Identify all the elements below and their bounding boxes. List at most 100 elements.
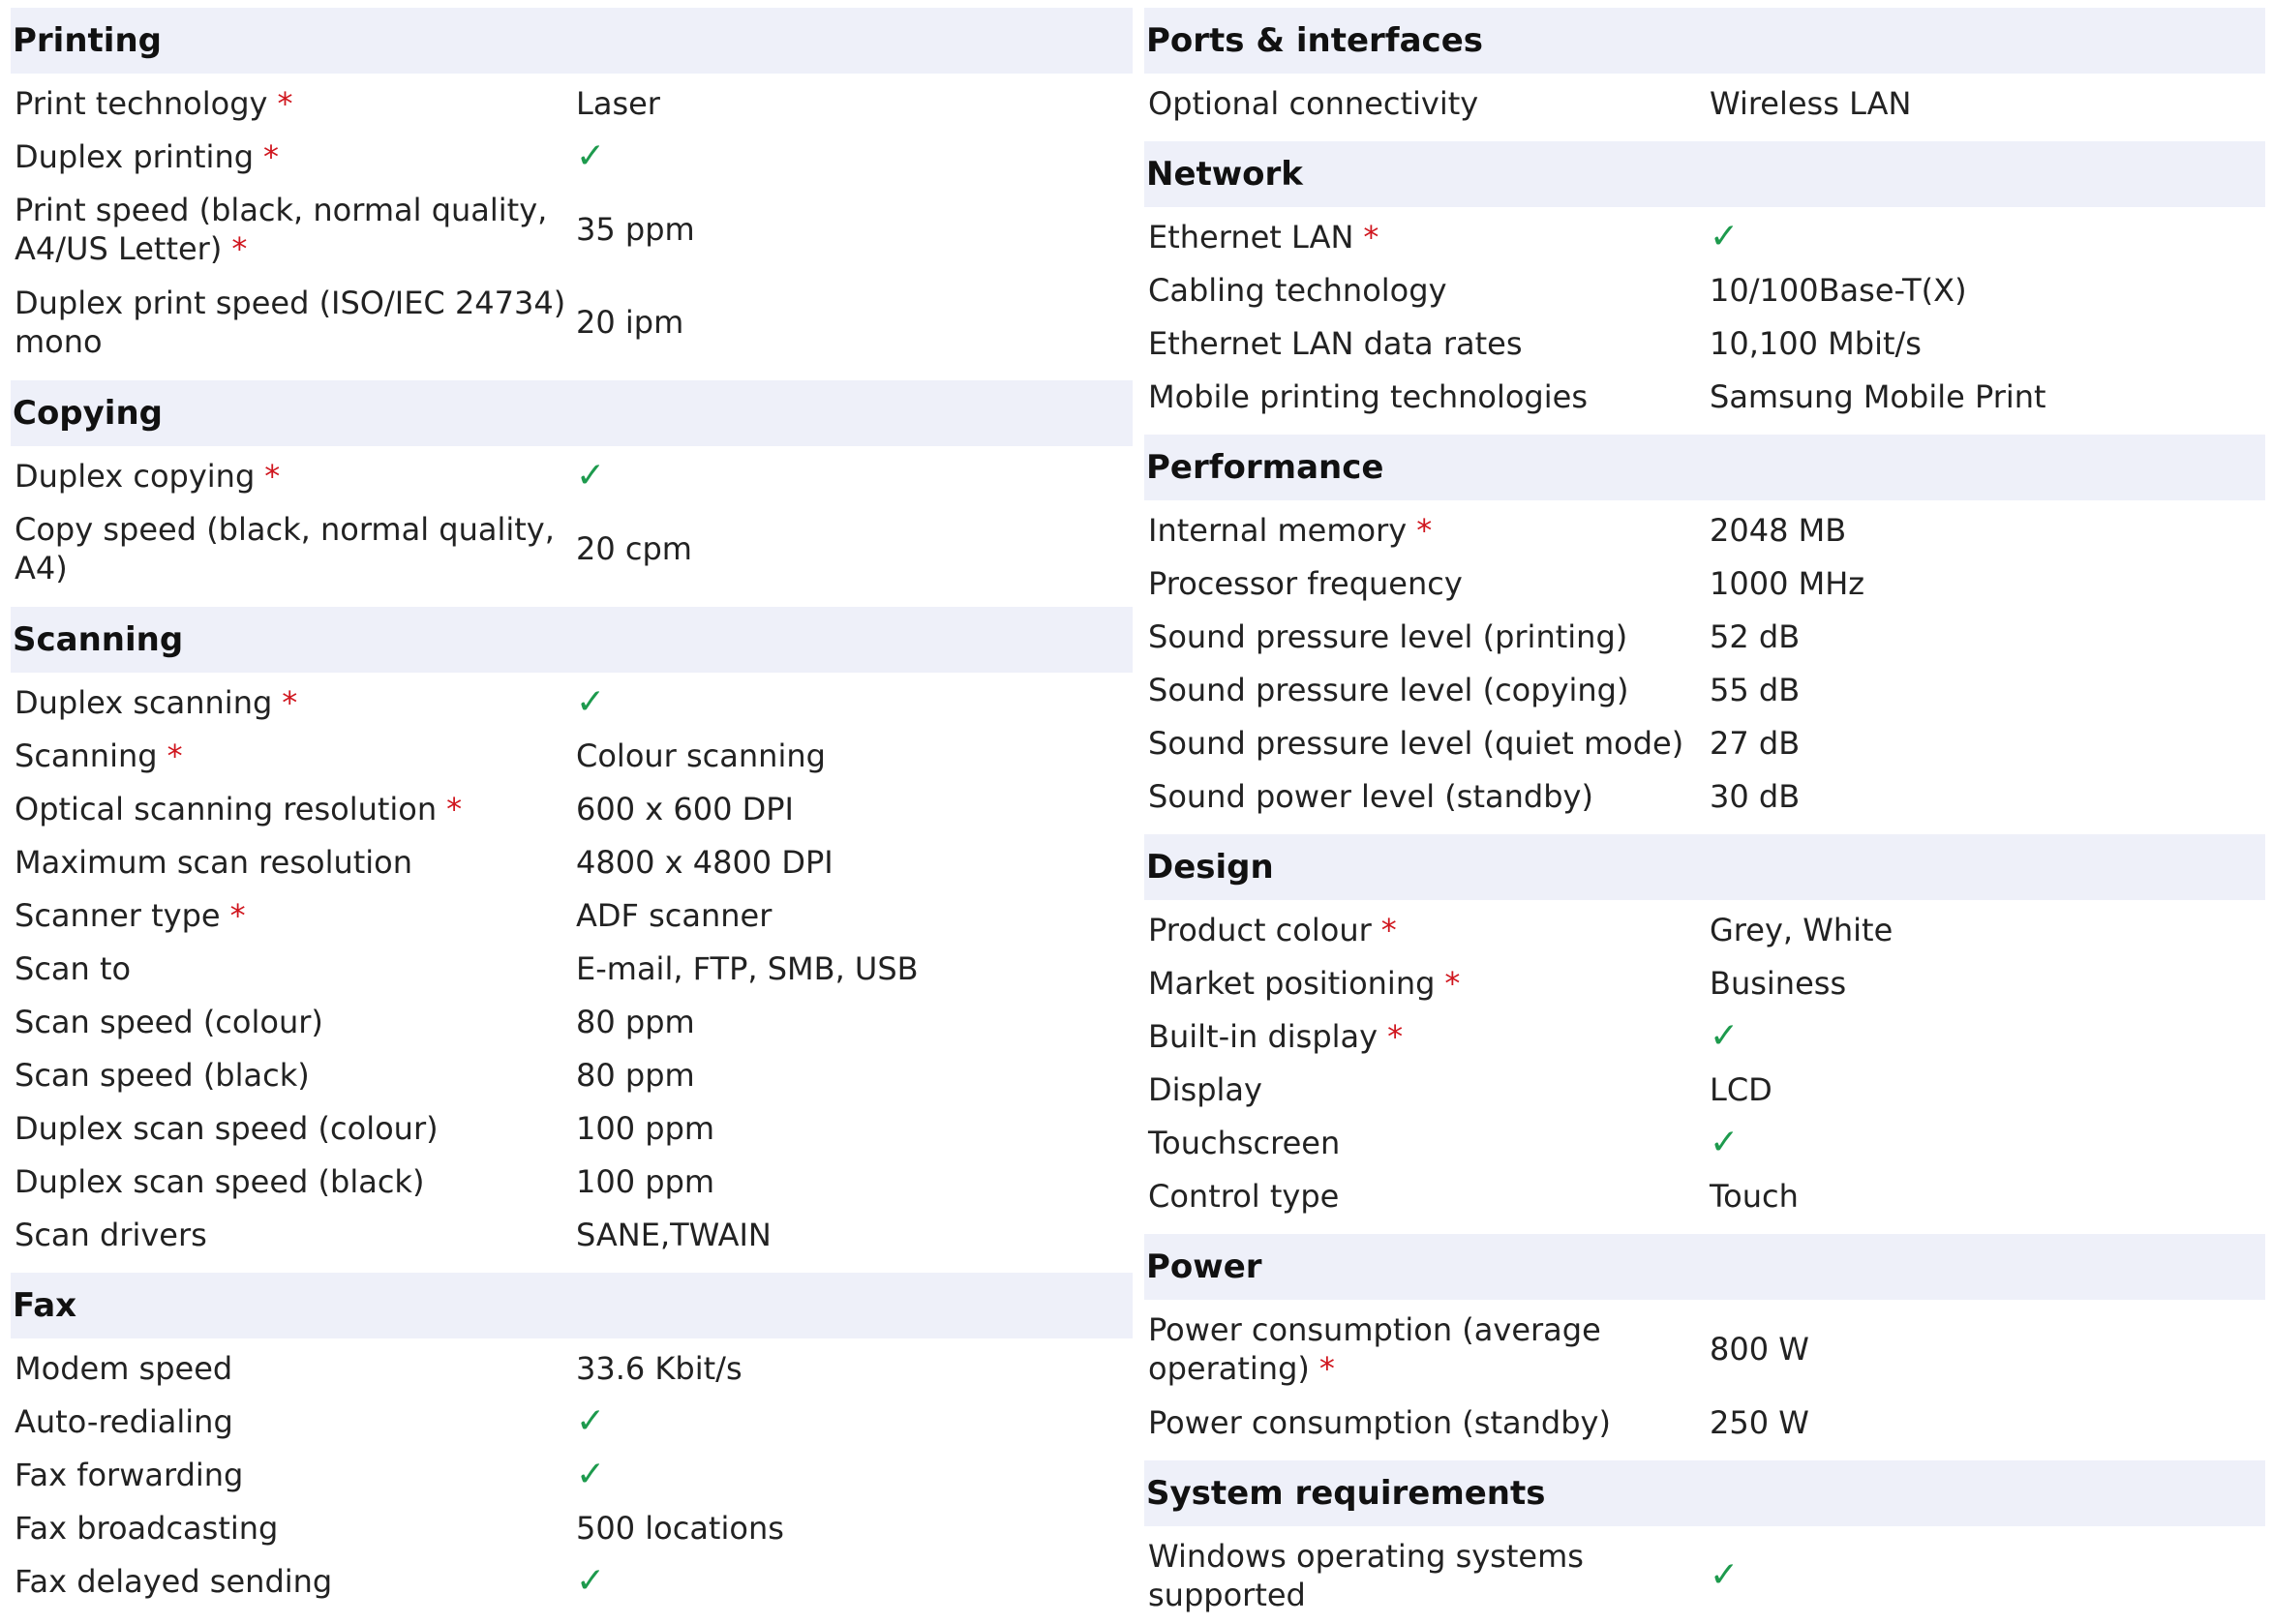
spec-value: Wireless LAN (1710, 84, 1912, 122)
spec-row: Cabling technology 10/100Base-T(X) (1144, 263, 2265, 316)
spec-value: Business (1710, 964, 1847, 1002)
spec-row: Scan speed (black) 80 ppm (11, 1048, 1133, 1101)
spec-label: Windows operating systems supported (1148, 1538, 1584, 1613)
spec-label: Optional connectivity (1148, 84, 1479, 122)
required-marker: * (167, 737, 183, 774)
spec-label: Fax forwarding (15, 1456, 244, 1493)
spec-value: 500 locations (576, 1509, 784, 1547)
spec-label: Maximum scan resolution (15, 843, 413, 881)
spec-row: Maximum scan resolution 4800 x 4800 DPI (11, 835, 1133, 888)
spec-row: Scanning * Colour scanning (11, 729, 1133, 782)
spec-row: Ethernet LAN data rates 10,100 Mbit/s (1144, 316, 2265, 370)
checkmark-icon: ✓ (1710, 1122, 1740, 1162)
spec-label: Mobile printing technologies (1148, 377, 1588, 415)
checkmark-icon: ✓ (576, 1400, 606, 1441)
section-header-power: Power (1144, 1234, 2265, 1300)
spec-label: Scanning * (15, 737, 183, 774)
required-marker: * (1380, 911, 1397, 948)
spec-label: Duplex scan speed (colour) (15, 1109, 439, 1147)
section-header-fax: Fax (11, 1273, 1133, 1338)
checkmark-icon: ✓ (576, 455, 606, 496)
spec-value: SANE,TWAIN (576, 1216, 772, 1253)
spec-label: Touchscreen (1148, 1124, 1341, 1161)
spec-label: Duplex print speed (ISO/IEC 24734) mono (15, 285, 566, 360)
spec-row: Scanner type * ADF scanner (11, 888, 1133, 942)
spec-row: Duplex print speed (ISO/IEC 24734) mono 2… (11, 276, 1133, 369)
section-header-performance: Performance (1144, 435, 2265, 500)
spec-label: Ethernet LAN data rates (1148, 324, 1523, 362)
spec-row: Duplex scan speed (colour) 100 ppm (11, 1101, 1133, 1155)
section-header-network: Network (1144, 141, 2265, 207)
spec-row: Processor frequency 1000 MHz (1144, 556, 2265, 610)
spec-row: Scan speed (colour) 80 ppm (11, 995, 1133, 1048)
spec-value: 80 ppm (576, 1003, 695, 1040)
spec-row: Display LCD (1144, 1063, 2265, 1116)
spec-row: Built-in display * ✓ (1144, 1009, 2265, 1063)
checkmark-icon: ✓ (576, 1560, 606, 1601)
section-header-printing: Printing (11, 8, 1133, 74)
spec-value: LCD (1710, 1070, 1772, 1108)
spec-row: Optical scanning resolution * 600 x 600 DP… (11, 782, 1133, 835)
spec-column-right: Ports & interfaces Optional connectivity… (1144, 8, 2265, 1622)
spec-value: 1000 MHz (1710, 564, 1865, 602)
spec-row: Modem speed 33.6 Kbit/s (11, 1341, 1133, 1395)
spec-value: 100 ppm (576, 1162, 715, 1200)
spec-label: Fax broadcasting (15, 1509, 279, 1547)
spec-value: 27 dB (1710, 724, 1801, 762)
spec-row: Sound power level (standby) 30 dB (1144, 769, 2265, 823)
spec-value: 600 x 600 DPI (576, 790, 794, 827)
spec-column-left: Printing Print technology * Laser Duplex p… (11, 8, 1133, 1608)
spec-value: 20 ipm (576, 304, 684, 341)
spec-row: Scan to E-mail, FTP, SMB, USB (11, 942, 1133, 995)
section-header-scanning: Scanning (11, 607, 1133, 673)
spec-label: Modem speed (15, 1349, 233, 1387)
spec-label: Cabling technology (1148, 271, 1447, 309)
spec-value: 35 ppm (576, 211, 695, 248)
spec-label: Copy speed (black, normal quality, A4) (15, 511, 555, 586)
spec-row: Sound pressure level (copying) 55 dB (1144, 663, 2265, 716)
spec-label: Duplex copying * (15, 457, 281, 495)
spec-row: Mobile printing technologies Samsung Mobi… (1144, 370, 2265, 423)
spec-label: Scan to (15, 949, 132, 987)
spec-value: 55 dB (1710, 671, 1801, 708)
checkmark-icon: ✓ (576, 681, 606, 722)
spec-row: Ethernet LAN * ✓ (1144, 210, 2265, 263)
spec-sheet: Printing Print technology * Laser Duplex p… (0, 0, 2272, 1624)
checkmark-icon: ✓ (576, 1454, 606, 1494)
spec-row: Duplex scanning * ✓ (11, 676, 1133, 729)
spec-label: Duplex printing * (15, 137, 280, 175)
spec-label: Duplex scanning * (15, 683, 298, 721)
required-marker: * (1363, 218, 1379, 256)
spec-label: Sound pressure level (printing) (1148, 617, 1628, 655)
spec-row: Print technology * Laser (11, 76, 1133, 130)
spec-label: Power consumption (average operating) * (1148, 1311, 1601, 1387)
required-marker: * (264, 457, 281, 495)
spec-value: 10/100Base-T(X) (1710, 271, 1967, 309)
checkmark-icon: ✓ (1710, 1015, 1740, 1056)
spec-row: Duplex copying * ✓ (11, 449, 1133, 502)
spec-value: Samsung Mobile Print (1710, 377, 2046, 415)
spec-row: Copy speed (black, normal quality, A4) 20… (11, 502, 1133, 595)
spec-value: Touch (1710, 1177, 1799, 1215)
section-header-copying: Copying (11, 380, 1133, 446)
section-header-system-requirements: System requirements (1144, 1460, 2265, 1526)
checkmark-icon: ✓ (576, 135, 606, 176)
required-marker: * (1444, 964, 1461, 1002)
spec-label: Built-in display * (1148, 1017, 1404, 1055)
spec-value: 2048 MB (1710, 511, 1847, 549)
spec-value: 30 dB (1710, 777, 1801, 815)
spec-row: Duplex scan speed (black) 100 ppm (11, 1155, 1133, 1208)
spec-row: Power consumption (average operating) * 80… (1144, 1303, 2265, 1396)
spec-value: 33.6 Kbit/s (576, 1349, 742, 1387)
spec-label: Fax delayed sending (15, 1562, 333, 1600)
spec-row: Optional connectivity Wireless LAN (1144, 76, 2265, 130)
checkmark-icon: ✓ (1710, 216, 1740, 256)
spec-label: Display (1148, 1070, 1262, 1108)
spec-row: Sound pressure level (printing) 52 dB (1144, 610, 2265, 663)
spec-row: Internal memory * 2048 MB (1144, 503, 2265, 556)
required-marker: * (282, 683, 298, 721)
spec-label: Ethernet LAN * (1148, 218, 1379, 256)
spec-row: Print speed (black, normal quality, A4/U… (11, 183, 1133, 276)
spec-value: 800 W (1710, 1331, 1809, 1368)
spec-label: Sound pressure level (quiet mode) (1148, 724, 1684, 762)
